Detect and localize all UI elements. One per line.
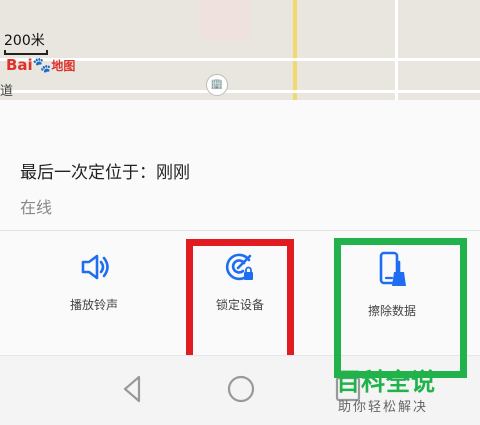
highlight-box-green <box>334 238 467 378</box>
map-road <box>0 90 480 93</box>
poi-marker-icon[interactable]: 🏢 <box>206 74 228 96</box>
watermark-main-text: 百科全说 <box>336 368 436 396</box>
map-brand-logo: Bai🐾地图 <box>6 56 75 74</box>
map-road <box>293 0 297 100</box>
home-icon[interactable] <box>226 374 256 404</box>
map-brand-text: Bai <box>6 56 33 74</box>
watermark-logo: 百科全说 助你轻松解决 <box>328 362 478 422</box>
divider <box>0 230 480 231</box>
play-sound-label: 播放铃声 <box>69 298 118 312</box>
back-icon[interactable] <box>120 374 144 404</box>
map-scale-label: 200米 <box>4 33 45 49</box>
map-place-label: 道 <box>0 84 14 99</box>
device-status: 在线 <box>20 198 53 217</box>
map-scale-bar <box>4 50 48 55</box>
map-view[interactable]: 200米 Bai🐾地图 道 🏢 <box>0 0 480 100</box>
map-road <box>395 0 398 100</box>
last-location-text: 最后一次定位于：刚刚 <box>20 163 190 183</box>
map-brand-cn: 地图 <box>51 59 76 73</box>
paw-icon: 🐾 <box>32 56 52 74</box>
map-block <box>200 0 250 40</box>
highlight-box-red <box>186 239 294 365</box>
watermark-sub-text: 助你轻松解决 <box>338 400 429 415</box>
play-sound-button[interactable]: 播放铃声 <box>34 250 154 330</box>
speaker-icon <box>81 254 109 280</box>
